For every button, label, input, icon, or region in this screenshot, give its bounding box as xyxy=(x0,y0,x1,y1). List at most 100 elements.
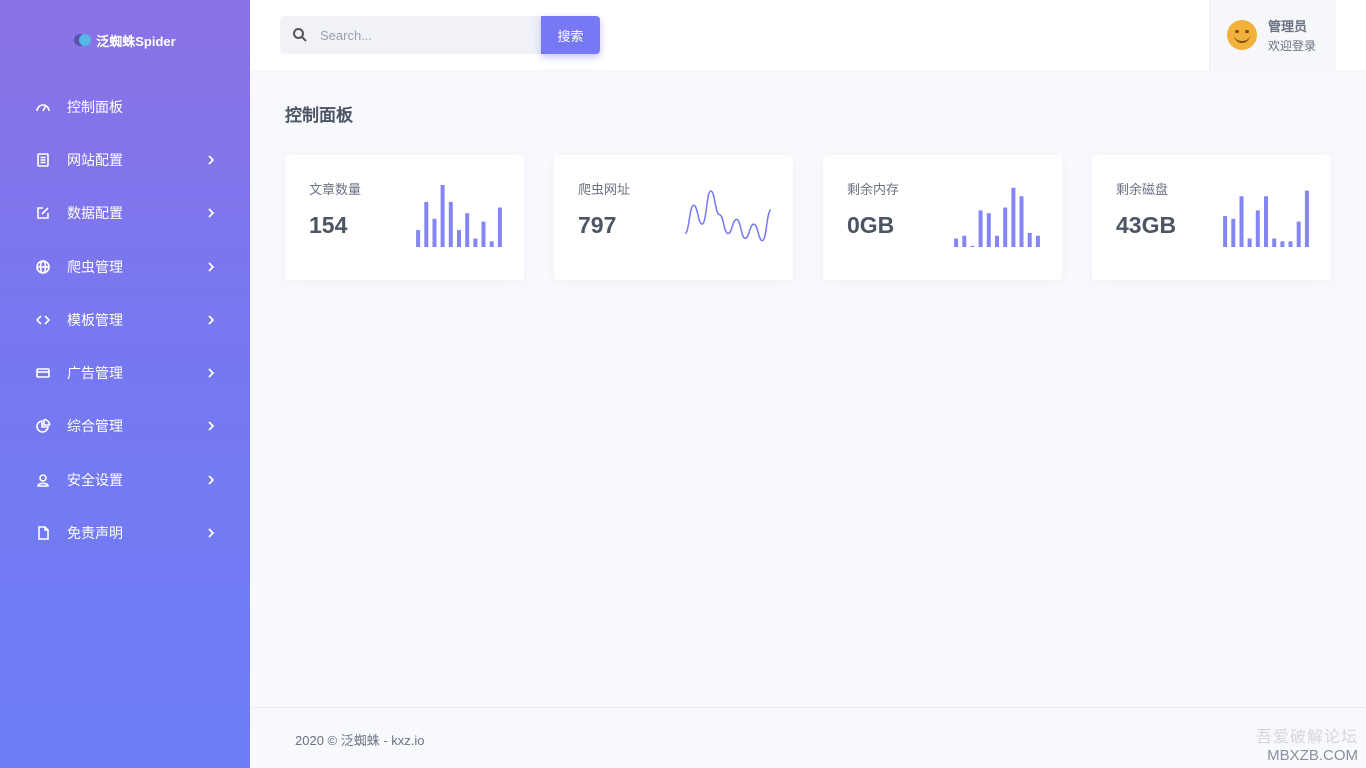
sparkline-bar xyxy=(1264,196,1268,247)
chevron-right-icon xyxy=(206,418,216,434)
sidebar: 泛蜘蛛Spider 控制面板 网站配置 数据配置 爬虫管理 模板管理 广告管理 … xyxy=(0,0,250,768)
stat-value: 43GB xyxy=(1116,212,1177,238)
stat-card-disk: 剩余磁盘 43GB xyxy=(1092,155,1331,280)
sparkline-bar xyxy=(1231,218,1236,247)
dashboard-icon xyxy=(34,98,52,116)
search-button[interactable]: 搜索 xyxy=(541,16,600,54)
sparkline-bar xyxy=(440,185,445,247)
sparkline-bar xyxy=(432,218,437,247)
footer: 2020 © 泛蜘蛛 - kxz.io 吾爱破解论坛 MBXZB.COM xyxy=(250,707,1366,768)
sidebar-item-security[interactable]: 安全设置 xyxy=(0,453,250,506)
sparkline-chart xyxy=(416,185,502,247)
sparkline-bar xyxy=(497,207,502,247)
sparkline-chart xyxy=(1223,190,1309,247)
code-icon xyxy=(34,311,52,329)
stat-card-crawler-urls: 爬虫网址 797 xyxy=(554,155,793,280)
sparkline-bar xyxy=(970,245,975,247)
user-menu[interactable]: 管理员 欢迎登录 xyxy=(1209,0,1336,70)
search-input[interactable] xyxy=(320,27,530,43)
sidebar-item-general[interactable]: 综合管理 xyxy=(0,400,250,453)
sidebar-item-site-config[interactable]: 网站配置 xyxy=(0,133,250,186)
sparkline-bar xyxy=(1296,221,1301,247)
chevron-right-icon xyxy=(206,205,216,221)
sparkline-bar xyxy=(1247,238,1252,247)
sidebar-item-ads[interactable]: 广告管理 xyxy=(0,346,250,399)
sparkline-bar xyxy=(986,213,991,247)
stat-label: 剩余内存 xyxy=(847,182,900,197)
watermark: 吾爱破解论坛 MBXZB.COM xyxy=(1256,723,1358,764)
sparkline-bar xyxy=(1003,207,1008,247)
sparkline-bar xyxy=(489,241,494,247)
sparkline-bar xyxy=(1223,216,1228,247)
stat-card-memory: 剩余内存 0GB xyxy=(823,155,1062,280)
footer-copyright: 2020 © 泛蜘蛛 - kxz.io xyxy=(295,733,425,748)
sidebar-item-label: 数据配置 xyxy=(67,205,123,222)
sidebar-item-data-config[interactable]: 数据配置 xyxy=(0,187,250,240)
sparkline-bar xyxy=(1027,232,1032,247)
sparkline-bar xyxy=(995,235,999,247)
file-icon xyxy=(34,524,52,542)
page-title: 控制面板 xyxy=(285,106,353,125)
sparkline-bar xyxy=(1280,241,1285,247)
edit-icon xyxy=(34,204,52,222)
sparkline-bar xyxy=(962,235,967,247)
sparkline-bar xyxy=(416,230,421,247)
stat-label: 爬虫网址 xyxy=(578,182,631,197)
brand-logo[interactable]: 泛蜘蛛Spider xyxy=(0,0,250,80)
sparkline-bar xyxy=(1255,210,1260,247)
chevron-right-icon xyxy=(206,525,216,541)
sidebar-item-label: 综合管理 xyxy=(67,418,123,435)
chevron-right-icon xyxy=(206,472,216,488)
sidebar-item-label: 广告管理 xyxy=(67,365,123,382)
sparkline-bar xyxy=(448,201,453,247)
watermark-line1: 吾爱破解论坛 xyxy=(1255,729,1358,746)
search-icon xyxy=(280,27,320,43)
chevron-right-icon xyxy=(206,365,216,381)
stat-card-articles: 文章数量 154 xyxy=(285,155,524,280)
stat-label: 剩余磁盘 xyxy=(1116,182,1169,197)
sparkline-bar xyxy=(978,210,983,247)
sidebar-item-label: 网站配置 xyxy=(67,151,123,168)
sidebar-item-crawler[interactable]: 爬虫管理 xyxy=(0,240,250,293)
sparkline-bar xyxy=(1035,235,1040,247)
user-icon xyxy=(34,471,52,489)
sidebar-item-label: 爬虫管理 xyxy=(67,258,123,275)
sparkline-bar xyxy=(954,238,959,247)
document-icon xyxy=(34,151,52,169)
sidebar-item-label: 免责声明 xyxy=(67,525,123,542)
globe-icon xyxy=(34,258,52,276)
sidebar-item-label: 模板管理 xyxy=(67,311,123,328)
sparkline-line xyxy=(684,190,772,242)
sparkline-bar xyxy=(1239,196,1244,247)
topbar: 搜索 管理员 欢迎登录 xyxy=(250,0,1366,70)
card-icon xyxy=(34,364,52,382)
sidebar-item-disclaimer[interactable]: 免责声明 xyxy=(0,506,250,559)
sparkline-bar xyxy=(424,201,429,247)
sparkline-bar xyxy=(457,230,461,247)
sidebar-item-dashboard[interactable]: 控制面板 xyxy=(0,80,250,133)
stat-value: 797 xyxy=(578,212,617,238)
sparkline-bar xyxy=(1011,187,1016,247)
sparkline-bar xyxy=(473,238,478,247)
sparkline-bar xyxy=(1272,238,1277,247)
sparkline-bar xyxy=(481,221,486,247)
brand-name: 泛蜘蛛Spider xyxy=(96,33,176,49)
stat-value: 0GB xyxy=(847,212,895,238)
sparkline-bar xyxy=(1288,241,1293,247)
sparkline-bar xyxy=(1019,196,1024,247)
avatar xyxy=(1227,20,1257,50)
chevron-right-icon xyxy=(206,312,216,328)
watermark-line2: MBXZB.COM xyxy=(1267,747,1358,764)
sparkline-chart xyxy=(954,187,1040,247)
stat-label: 文章数量 xyxy=(309,182,362,197)
user-name: 管理员 xyxy=(1268,19,1308,34)
sidebar-nav: 控制面板 网站配置 数据配置 爬虫管理 模板管理 广告管理 综合管理 安全设置 … xyxy=(0,80,250,560)
pie-chart-icon xyxy=(34,417,52,435)
sidebar-item-template[interactable]: 模板管理 xyxy=(0,293,250,346)
chevron-right-icon xyxy=(206,259,216,275)
sparkline-bar xyxy=(1304,190,1309,247)
spider-logo-icon xyxy=(74,33,92,47)
search-box xyxy=(280,16,541,54)
sidebar-item-label: 安全设置 xyxy=(67,471,123,488)
sidebar-item-label: 控制面板 xyxy=(67,98,123,115)
